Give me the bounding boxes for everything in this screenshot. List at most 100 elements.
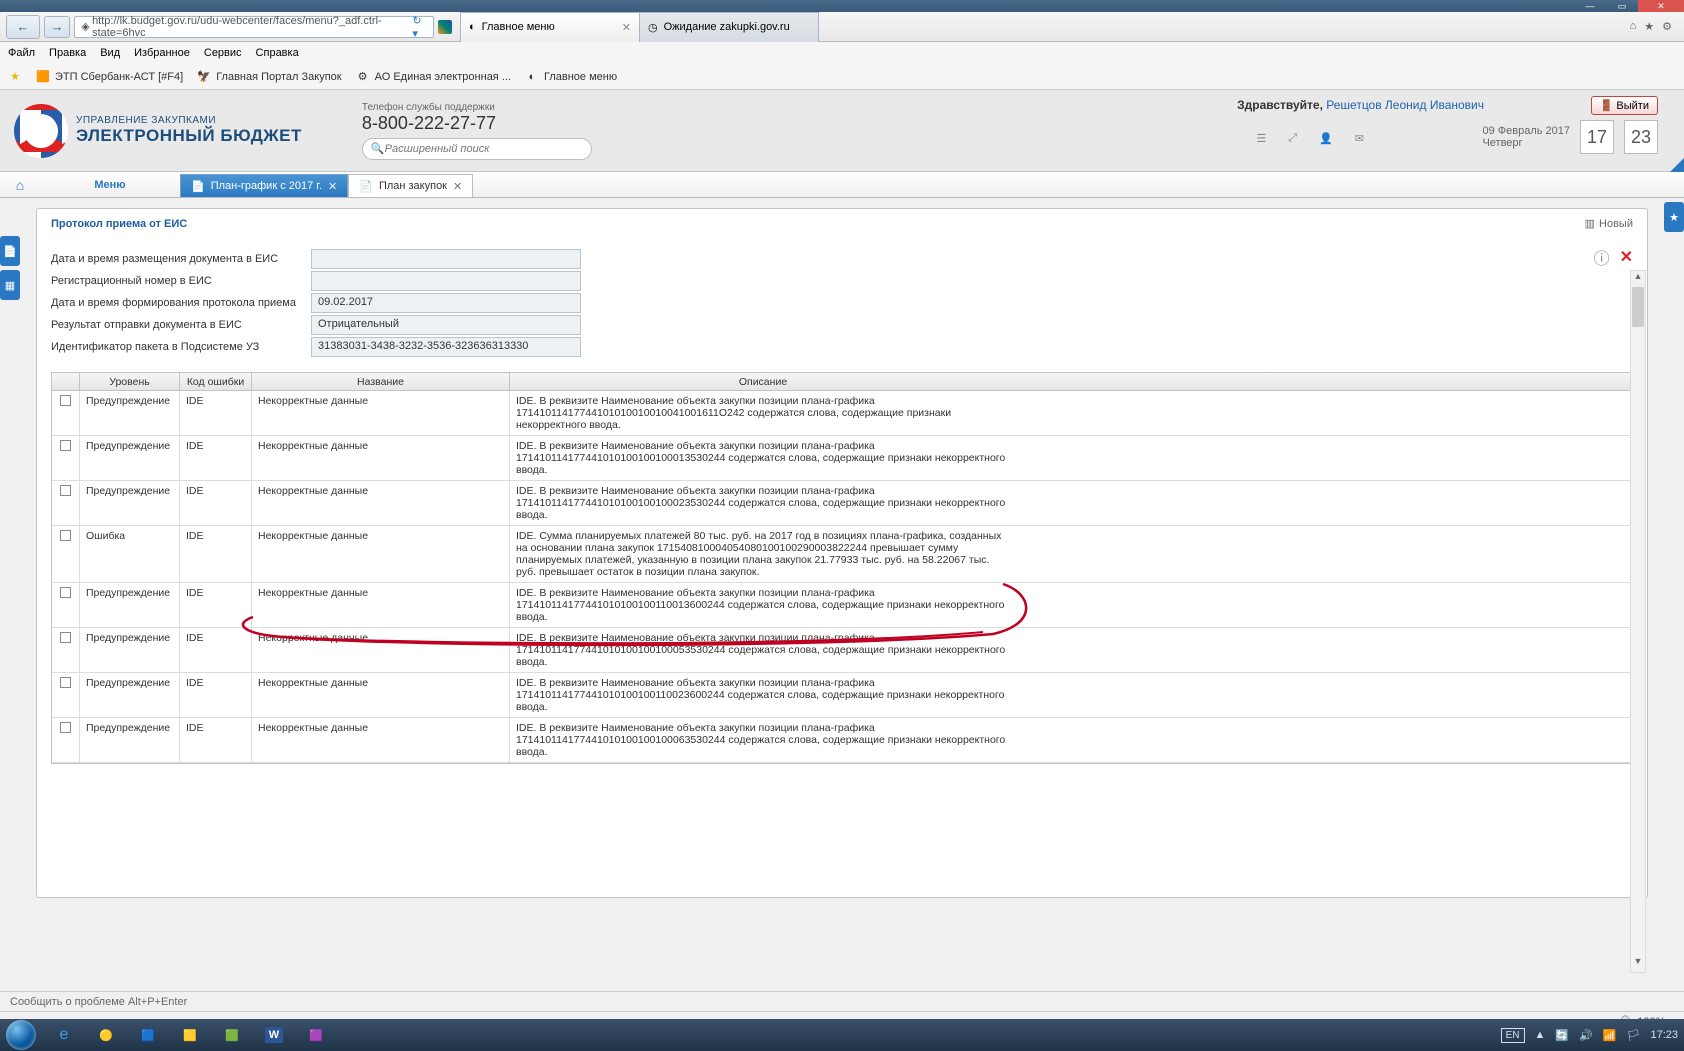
logout-button[interactable]: 🚪 Выйти bbox=[1591, 96, 1658, 115]
side-action-1[interactable]: 📄 bbox=[0, 236, 20, 266]
row-checkbox[interactable] bbox=[60, 587, 71, 598]
row-checkbox[interactable] bbox=[60, 440, 71, 451]
search-provider-icon[interactable] bbox=[438, 20, 452, 34]
table-row[interactable]: ПредупреждениеIDEНекорректные данныеIDE.… bbox=[52, 481, 1632, 526]
taskbar-app-1[interactable]: 🟦 bbox=[128, 1021, 168, 1049]
bookmark-item[interactable]: 🦅Главная Портал Закупок bbox=[197, 70, 341, 84]
row-checkbox[interactable] bbox=[60, 530, 71, 541]
minimize-button[interactable]: — bbox=[1574, 0, 1606, 12]
row-checkbox[interactable] bbox=[60, 677, 71, 688]
back-button[interactable]: ← bbox=[6, 15, 40, 39]
address-bar[interactable]: ◈ http://lk.budget.gov.ru/udu-webcenter/… bbox=[74, 16, 434, 38]
tray-clock[interactable]: 17:23 bbox=[1650, 1029, 1678, 1041]
field-label: Идентификатор пакета в Подсистеме УЗ bbox=[51, 341, 311, 353]
row-checkbox-cell bbox=[52, 526, 80, 582]
tab-favicon-icon: ◐ bbox=[469, 21, 476, 33]
taskbar-word[interactable]: W bbox=[254, 1021, 294, 1049]
cell-desc: IDE. В реквизите Наименование объекта за… bbox=[510, 481, 1016, 525]
cell-name: Некорректные данные bbox=[252, 391, 510, 435]
tools-icon[interactable]: ⚙ bbox=[1662, 20, 1672, 33]
favorites-star-icon[interactable]: ★ bbox=[8, 70, 22, 84]
tab-close-icon[interactable]: ✕ bbox=[622, 21, 631, 34]
menu-tab[interactable]: Меню bbox=[40, 172, 180, 197]
row-checkbox[interactable] bbox=[60, 632, 71, 643]
list-icon[interactable]: ☰ bbox=[1256, 132, 1266, 145]
new-button[interactable]: ▥ Новый bbox=[1585, 217, 1633, 230]
home-tab[interactable]: ⌂ bbox=[0, 172, 40, 197]
bookmark-item[interactable]: 🟧ЭТП Сбербанк-АСТ [#F4] bbox=[36, 70, 183, 84]
tab-close-icon[interactable]: ✕ bbox=[453, 180, 462, 193]
tab-plan-zakupok[interactable]: 📄 План закупок ✕ bbox=[348, 174, 473, 197]
expand-icon[interactable]: ⤢ bbox=[1288, 132, 1297, 145]
search-field[interactable]: 🔍 bbox=[362, 138, 592, 160]
menu-view[interactable]: Вид bbox=[100, 47, 120, 59]
tab-close-icon[interactable]: ✕ bbox=[328, 180, 337, 193]
table-row[interactable]: ПредупреждениеIDEНекорректные данныеIDE.… bbox=[52, 673, 1632, 718]
table-row[interactable]: ПредупреждениеIDEНекорректные данныеIDE.… bbox=[52, 583, 1632, 628]
taskbar-chrome[interactable]: 🟡 bbox=[86, 1021, 126, 1049]
vertical-scrollbar[interactable]: ▲ ▼ bbox=[1630, 270, 1646, 973]
logo-icon bbox=[14, 104, 68, 158]
refresh-icon[interactable]: ↻ ▾ bbox=[412, 14, 429, 40]
bookmark-icon: ⚙ bbox=[356, 70, 370, 84]
menu-edit[interactable]: Правка bbox=[49, 47, 86, 59]
browser-tab-inactive[interactable]: ◷ Ожидание zakupki.gov.ru bbox=[639, 12, 819, 42]
mail-icon[interactable]: ✉ bbox=[1355, 132, 1364, 145]
scroll-down-icon[interactable]: ▼ bbox=[1631, 956, 1645, 972]
report-problem-hint[interactable]: Сообщить о проблеме Alt+P+Enter bbox=[10, 996, 187, 1008]
scroll-thumb[interactable] bbox=[1632, 287, 1644, 327]
side-action-2[interactable]: ▦ bbox=[0, 270, 20, 300]
menu-file[interactable]: Файл bbox=[8, 47, 35, 59]
menu-help[interactable]: Справка bbox=[256, 47, 299, 59]
panel-close-icon[interactable]: ✕ bbox=[1620, 247, 1633, 267]
username-link[interactable]: Решетцов Леонид Иванович bbox=[1326, 98, 1484, 112]
time-minute: 23 bbox=[1624, 120, 1658, 154]
menu-tools[interactable]: Сервис bbox=[204, 47, 242, 59]
row-checkbox[interactable] bbox=[60, 395, 71, 406]
user-icon[interactable]: 👤 bbox=[1319, 132, 1333, 145]
taskbar-explorer[interactable]: 🟨 bbox=[170, 1021, 210, 1049]
row-checkbox[interactable] bbox=[60, 485, 71, 496]
forward-button[interactable]: → bbox=[44, 16, 70, 38]
col-name: Название bbox=[252, 373, 510, 390]
time-hour: 17 bbox=[1580, 120, 1614, 154]
table-row[interactable]: ПредупреждениеIDEНекорректные данныеIDE.… bbox=[52, 628, 1632, 673]
taskbar-app-2[interactable]: 🟩 bbox=[212, 1021, 252, 1049]
tab-plan-grafik[interactable]: 📄 План-график с 2017 г. ✕ bbox=[180, 174, 348, 197]
maximize-button[interactable]: ▭ bbox=[1606, 0, 1638, 12]
table-row[interactable]: ОшибкаIDEНекорректные данныеIDE. Сумма п… bbox=[52, 526, 1632, 583]
cell-level: Предупреждение bbox=[80, 436, 180, 480]
cell-desc: IDE. В реквизите Наименование объекта за… bbox=[510, 673, 1016, 717]
tray-sync-icon[interactable]: 🔄 bbox=[1555, 1029, 1569, 1042]
taskbar-app-3[interactable]: 🟪 bbox=[296, 1021, 336, 1049]
search-icon: 🔍 bbox=[371, 142, 385, 155]
row-checkbox[interactable] bbox=[60, 722, 71, 733]
favorites-icon[interactable]: ★ bbox=[1644, 20, 1654, 33]
tray-chevron-icon[interactable]: ▲ bbox=[1535, 1029, 1546, 1041]
tray-network-icon[interactable]: 📶 bbox=[1603, 1029, 1617, 1042]
grid-header: Уровень Код ошибки Название Описание bbox=[52, 373, 1632, 391]
table-row[interactable]: ПредупреждениеIDEНекорректные данныеIDE.… bbox=[52, 391, 1632, 436]
bookmark-item[interactable]: ◐Главное меню bbox=[525, 70, 617, 84]
table-row[interactable]: ПредупреждениеIDEНекорректные данныеIDE.… bbox=[52, 718, 1632, 763]
menu-favorites[interactable]: Избранное bbox=[134, 47, 190, 59]
bookmark-item[interactable]: ⚙АО Единая электронная ... bbox=[356, 70, 511, 84]
window-close-button[interactable]: ✕ bbox=[1638, 0, 1684, 12]
browser-tab-active[interactable]: ◐ Главное меню ✕ bbox=[460, 12, 640, 42]
tray-flag-icon[interactable]: 🏳 bbox=[1627, 1029, 1641, 1042]
side-favorite[interactable]: ★ bbox=[1664, 202, 1684, 232]
info-icon[interactable]: ⓘ bbox=[1594, 245, 1610, 269]
tab-doc-icon: 📄 bbox=[191, 180, 205, 193]
start-button[interactable] bbox=[6, 1020, 36, 1050]
browser-menubar: Файл Правка Вид Избранное Сервис Справка bbox=[0, 42, 1684, 64]
scroll-up-icon[interactable]: ▲ bbox=[1631, 271, 1645, 287]
cell-name: Некорректные данные bbox=[252, 628, 510, 672]
home-icon[interactable]: ⌂ bbox=[1630, 20, 1637, 33]
tray-volume-icon[interactable]: 🔊 bbox=[1579, 1029, 1593, 1042]
col-code: Код ошибки bbox=[180, 373, 252, 390]
grid-body: ПредупреждениеIDEНекорректные данныеIDE.… bbox=[52, 391, 1632, 763]
taskbar-ie[interactable]: e bbox=[44, 1021, 84, 1049]
language-indicator[interactable]: EN bbox=[1501, 1028, 1525, 1043]
table-row[interactable]: ПредупреждениеIDEНекорректные данныеIDE.… bbox=[52, 436, 1632, 481]
search-input[interactable] bbox=[385, 143, 583, 155]
